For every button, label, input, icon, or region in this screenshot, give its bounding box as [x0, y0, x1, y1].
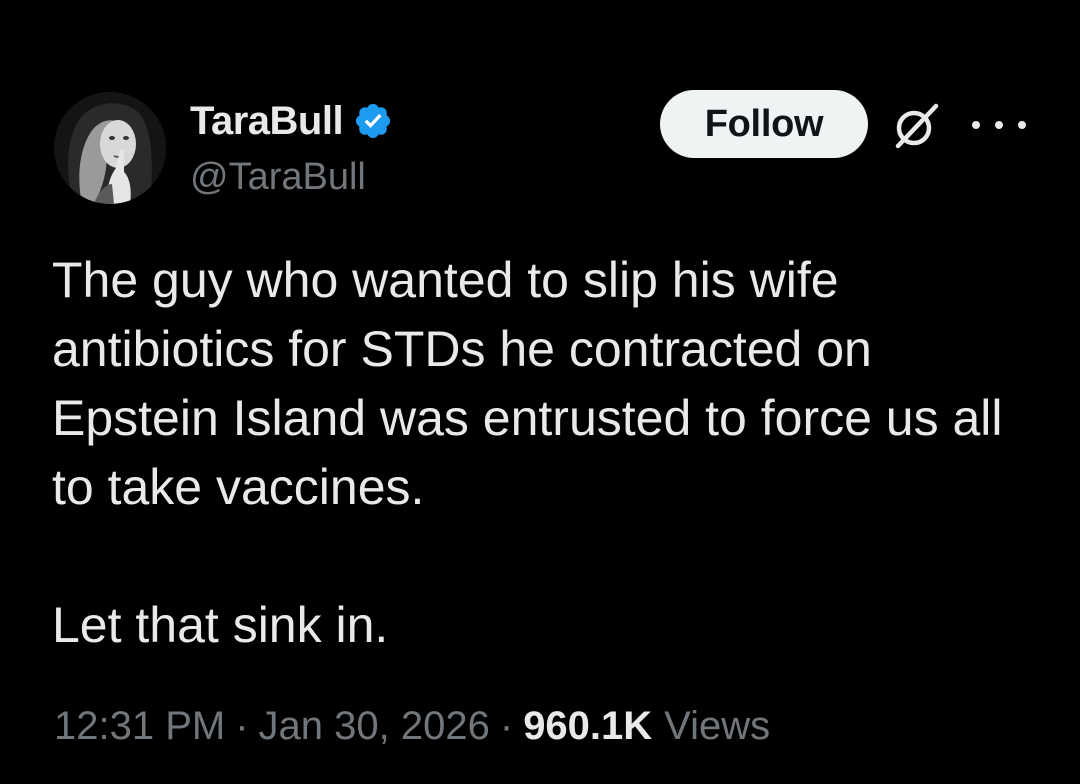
- tweet-time[interactable]: 12:31 PM: [54, 704, 225, 749]
- views-count[interactable]: 960.1K: [523, 704, 652, 749]
- more-icon[interactable]: [972, 108, 1026, 142]
- more-dot: [995, 121, 1003, 129]
- tweet-date[interactable]: Jan 30, 2026: [259, 704, 490, 749]
- more-dot: [1018, 121, 1026, 129]
- follow-button[interactable]: Follow: [660, 90, 868, 158]
- tweet-meta: 12:31 PM · Jan 30, 2026 · 960.1K Views: [54, 704, 770, 749]
- tweet-text: The guy who wanted to slip his wife anti…: [52, 252, 1003, 653]
- author-handle[interactable]: @TaraBull: [190, 156, 366, 199]
- more-dot: [972, 121, 980, 129]
- meta-separator: ·: [499, 704, 514, 748]
- meta-separator: ·: [235, 704, 249, 748]
- tweet-card: TaraBull @TaraBull Follow The guy who wa…: [0, 0, 1080, 784]
- views-label[interactable]: Views: [664, 704, 770, 749]
- verified-badge-icon: [353, 101, 393, 141]
- grok-icon[interactable]: [890, 98, 944, 152]
- author-name-row[interactable]: TaraBull: [190, 98, 393, 144]
- display-name[interactable]: TaraBull: [190, 99, 344, 144]
- avatar[interactable]: [54, 92, 166, 204]
- avatar-image: [54, 92, 166, 204]
